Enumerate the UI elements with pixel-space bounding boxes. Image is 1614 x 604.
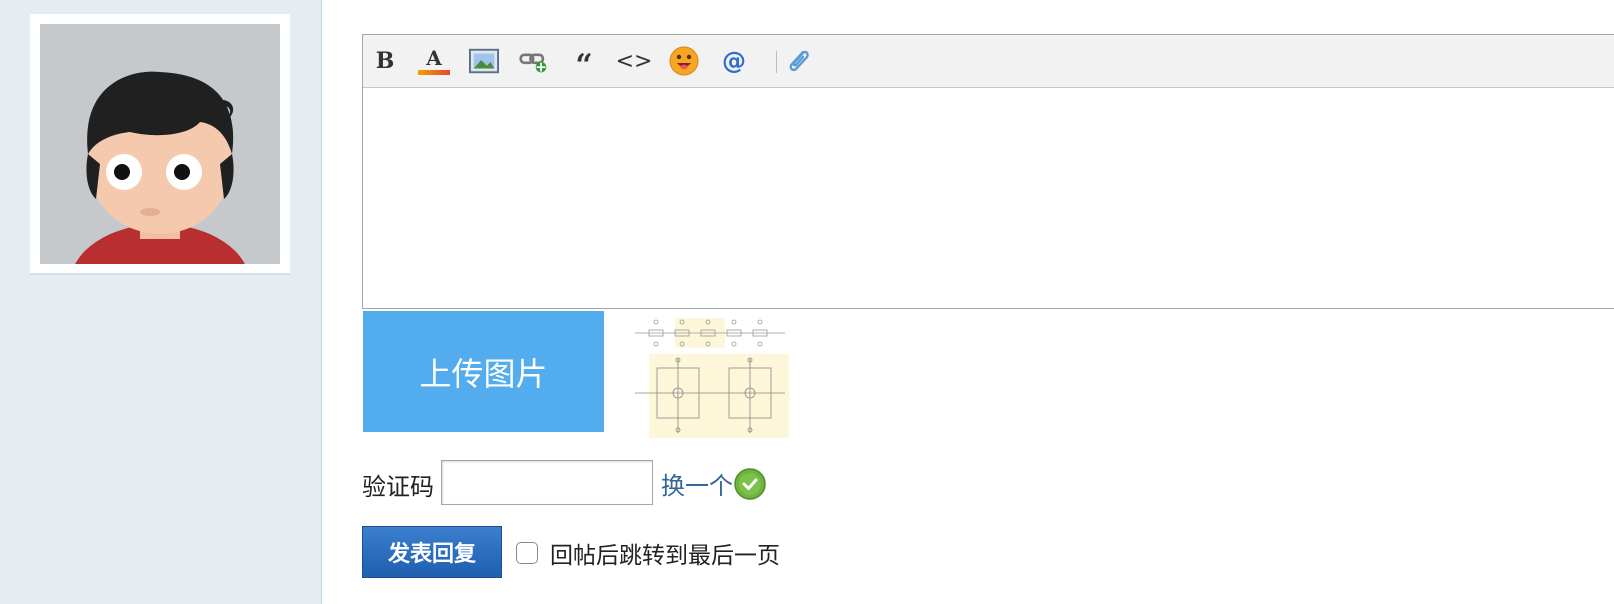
insert-image-button[interactable] bbox=[469, 46, 499, 76]
paperclip-icon bbox=[789, 50, 809, 72]
quote-button[interactable]: “ bbox=[569, 46, 599, 81]
at-icon: @ bbox=[722, 47, 746, 75]
submit-reply-button[interactable]: 发表回复 bbox=[362, 526, 502, 578]
upload-image-button[interactable]: 上传图片 bbox=[363, 311, 604, 432]
image-icon bbox=[469, 48, 499, 74]
link-add-icon bbox=[519, 53, 547, 73]
avatar[interactable] bbox=[40, 24, 280, 264]
jump-to-last-page-label[interactable]: 回帖后跳转到最后一页 bbox=[550, 536, 780, 570]
bold-icon: B bbox=[375, 48, 395, 74]
insert-link-button[interactable] bbox=[519, 46, 549, 76]
avatar-illustration bbox=[40, 24, 280, 264]
user-sidebar bbox=[0, 0, 322, 604]
bold-button[interactable]: B bbox=[370, 46, 400, 76]
change-captcha-link[interactable]: 换一个 bbox=[661, 466, 733, 501]
captcha-input[interactable] bbox=[441, 460, 653, 505]
lstm-diagram-image bbox=[635, 318, 789, 438]
toolbar-separator bbox=[776, 51, 777, 73]
captcha-label: 验证码 bbox=[362, 473, 434, 501]
emoji-button[interactable] bbox=[669, 46, 699, 76]
editor-textarea[interactable] bbox=[363, 88, 1614, 308]
editor-toolbar: B A “ <> @ bbox=[363, 35, 1614, 88]
font-color-icon: A bbox=[418, 48, 450, 75]
font-color-button[interactable]: A bbox=[418, 46, 450, 76]
code-icon: <> bbox=[615, 48, 653, 74]
attachment-button[interactable] bbox=[783, 46, 813, 76]
mention-button[interactable]: @ bbox=[719, 46, 749, 76]
check-circle-icon bbox=[734, 468, 766, 500]
code-button[interactable]: <> bbox=[616, 46, 653, 76]
reply-editor: B A “ <> @ bbox=[362, 34, 1614, 309]
jump-to-last-page-checkbox[interactable] bbox=[516, 542, 538, 564]
uploaded-image-thumbnail[interactable] bbox=[635, 318, 789, 438]
avatar-frame bbox=[30, 14, 290, 275]
quote-icon: “ bbox=[575, 48, 593, 83]
smiley-icon bbox=[669, 46, 699, 76]
